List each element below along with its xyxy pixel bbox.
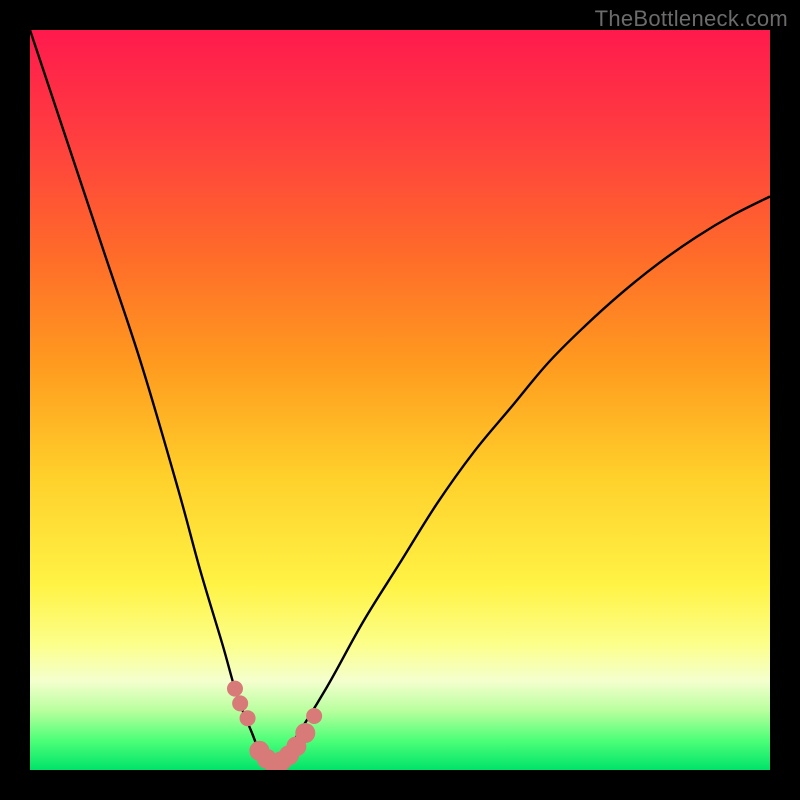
right-branch-curve bbox=[274, 197, 770, 767]
valley-marker bbox=[227, 681, 243, 697]
chart-svg bbox=[30, 30, 770, 770]
valley-marker bbox=[240, 710, 256, 726]
valley-markers bbox=[227, 681, 322, 770]
valley-marker bbox=[232, 695, 248, 711]
chart-frame bbox=[30, 30, 770, 770]
watermark-text: TheBottleneck.com bbox=[595, 6, 788, 32]
valley-marker bbox=[295, 723, 315, 743]
left-branch-curve bbox=[30, 30, 274, 766]
valley-marker bbox=[306, 708, 322, 724]
